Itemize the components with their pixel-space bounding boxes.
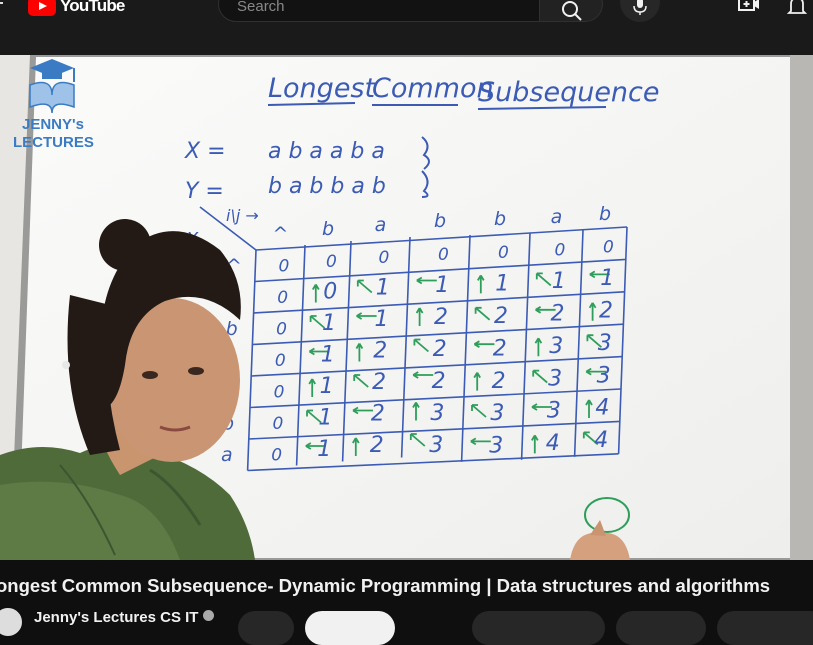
top-bar: YouTube [0, 0, 813, 55]
join-button[interactable] [238, 611, 294, 645]
dp-cell-value: 2 [432, 369, 446, 394]
create-video-icon [738, 0, 759, 11]
dp-cell-value: 0 [278, 256, 289, 276]
dp-cell-value: 1 [322, 311, 336, 336]
video-title: ongest Common Subsequence- Dynamic Progr… [0, 575, 771, 596]
dp-cell-value: 0 [323, 279, 337, 304]
dp-cell-value: 0 [326, 252, 337, 272]
microphone-icon [633, 0, 647, 15]
dp-column-header: a [375, 214, 387, 236]
board-y-sequence: b a b b a b [268, 174, 386, 199]
watermark-line2: LECTURES [13, 134, 94, 151]
channel-avatar[interactable] [0, 606, 24, 638]
verified-icon [203, 610, 215, 621]
dp-cell-value: 2 [371, 401, 385, 426]
dp-row-header: a [221, 444, 233, 466]
dp-cell-value: 2 [551, 302, 565, 327]
channel-name-text: Jenny's Lectures CS IT [34, 609, 199, 626]
board-title-word: Subsequence [478, 77, 660, 108]
dp-cell-value: 0 [272, 414, 283, 434]
youtube-logo-icon [28, 0, 56, 16]
dp-cell-value: 0 [498, 243, 509, 263]
dp-cell-value: 2 [372, 370, 386, 395]
search-bar [218, 0, 540, 22]
board-corner-label: i\j → [226, 206, 259, 225]
share-button[interactable] [616, 611, 706, 645]
dp-cell-value: 1 [321, 342, 335, 367]
dp-cell-value: 1 [495, 272, 509, 297]
board-x-sequence: a b a a b a [268, 139, 385, 164]
search-icon [562, 1, 582, 21]
dp-cell-value: 2 [433, 337, 447, 362]
board-title-word: Longest [268, 73, 376, 104]
channel-name[interactable]: Jenny's Lectures CS IT [34, 609, 215, 626]
dp-cell-value: 4 [546, 431, 560, 456]
dp-cell-value: 0 [378, 248, 389, 268]
dp-cell-value: 2 [370, 433, 384, 458]
dp-cell-value: 1 [317, 437, 331, 462]
dp-cell-value: 2 [599, 299, 613, 324]
dp-cell-value: 1 [375, 307, 389, 332]
dp-cell-value: 0 [275, 351, 286, 371]
dp-cell-value: 2 [494, 304, 508, 329]
dp-cell-value: 1 [376, 275, 390, 300]
dp-cell-value: 1 [435, 273, 449, 298]
dp-cell-value: 4 [594, 428, 608, 453]
dp-cell-value: 4 [595, 396, 609, 421]
notifications-bell-icon [786, 0, 808, 14]
dp-cell-value: 1 [600, 266, 614, 291]
dp-cell-value: 2 [434, 305, 448, 330]
voice-search-button[interactable] [620, 0, 660, 22]
dp-cell-value: 3 [489, 434, 503, 459]
dp-cell-value: 0 [271, 445, 282, 465]
dp-cell-value: 0 [554, 241, 565, 261]
dp-column-header: b [599, 203, 611, 225]
board-x-label: X = [184, 139, 226, 164]
dp-cell-value: 1 [318, 405, 332, 430]
dp-cell-value: 3 [549, 334, 563, 359]
dp-cell-value: 2 [373, 338, 387, 363]
like-dislike-button[interactable] [472, 611, 605, 645]
dp-cell-value: 1 [552, 269, 566, 294]
dp-column-header: a [551, 206, 563, 228]
dp-cell-value: 3 [490, 401, 504, 426]
dp-column-header: b [434, 210, 446, 232]
logo-text: YouTube [60, 0, 125, 15]
dp-cell-value: 2 [492, 369, 506, 394]
dp-cell-value: 3 [597, 363, 611, 388]
dp-cell-value: 3 [598, 331, 612, 356]
video-player[interactable]: Longest Common Subsequence X = a b a a b… [0, 55, 813, 560]
video-frame: Longest Common Subsequence X = a b a a b… [0, 55, 813, 560]
dp-cell-value: 3 [429, 433, 443, 458]
download-button[interactable] [717, 611, 813, 645]
create-button[interactable] [737, 0, 761, 19]
dp-column-header: ^ [273, 223, 289, 245]
board-title-word: Common [372, 73, 494, 104]
dp-cell-value: 3 [430, 401, 444, 426]
dp-cell-value: 0 [438, 245, 449, 265]
dp-column-header: b [322, 218, 334, 240]
dp-cell-value: 2 [493, 336, 507, 361]
youtube-logo[interactable]: YouTube [28, 0, 125, 16]
dp-cell-value: 3 [547, 399, 561, 424]
dp-cell-value: 1 [320, 374, 334, 399]
dp-cell-value: 0 [274, 382, 285, 402]
dp-cell-value: 3 [548, 366, 562, 391]
watermark-line1: JENNY's [22, 116, 84, 133]
search-button[interactable] [540, 0, 603, 22]
search-input[interactable] [235, 0, 529, 16]
subscribe-button[interactable] [305, 611, 395, 645]
menu-icon[interactable] [0, 0, 4, 8]
dp-column-header: b [494, 208, 506, 230]
dp-cell-value: 0 [277, 288, 288, 308]
board-y-label: Y = [185, 179, 224, 204]
dp-cell-value: 0 [603, 238, 614, 258]
dp-cell-value: 0 [276, 319, 287, 339]
notifications-button[interactable] [786, 0, 808, 21]
